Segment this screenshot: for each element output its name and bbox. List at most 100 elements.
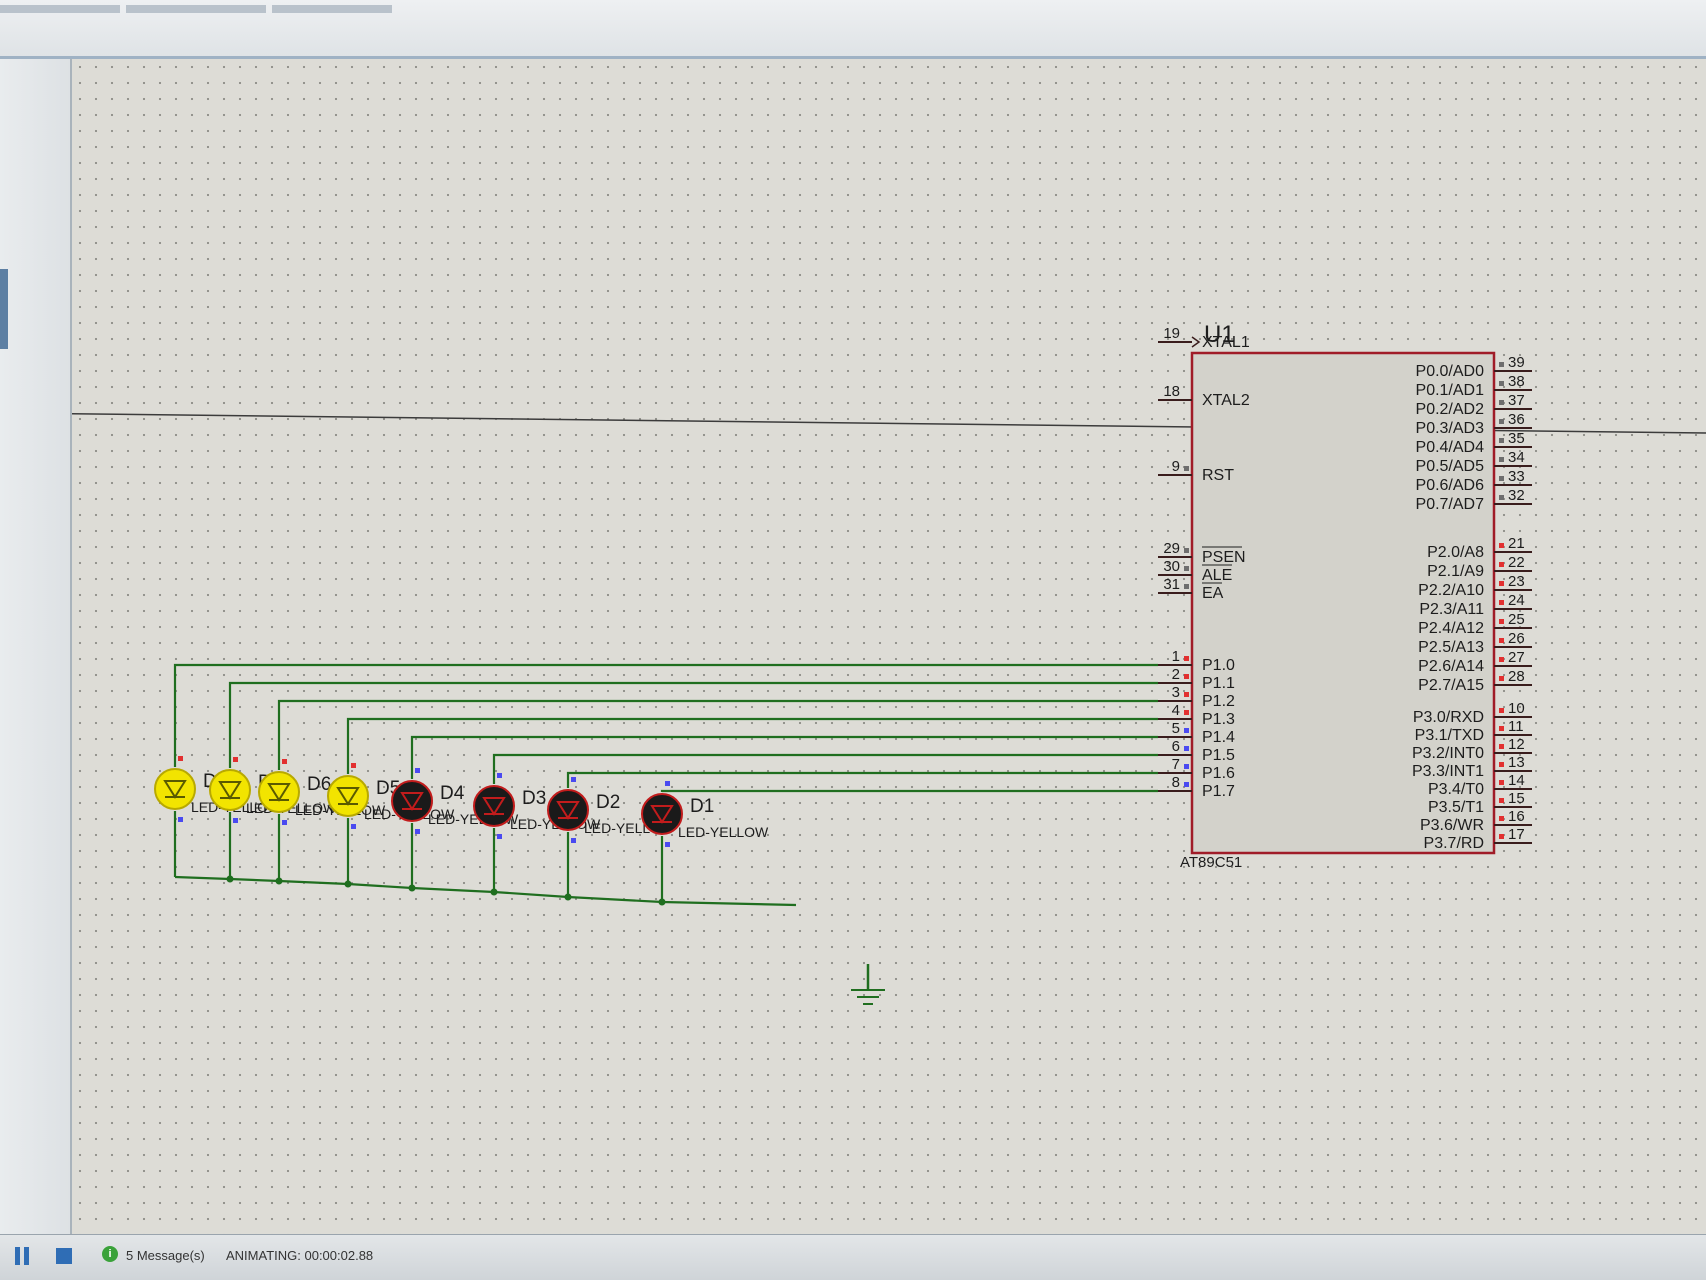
pin-state-marker — [1184, 728, 1189, 733]
pin-state-marker — [1499, 798, 1504, 803]
led-reference-label: D2 — [596, 792, 620, 813]
pin-state-marker — [1499, 657, 1504, 662]
pin-state-marker — [1499, 476, 1504, 481]
ic-pin-name: P0.5/AD5 — [1416, 458, 1485, 475]
pin-state-marker — [1184, 782, 1189, 787]
ic-pin-number: 7 — [1172, 756, 1180, 773]
ic-pin-name: P3.7/RD — [1424, 835, 1484, 852]
ic-pin-number: 23 — [1508, 573, 1525, 590]
pin-state-marker — [1499, 381, 1504, 386]
wire-p1-7-to-d1 — [660, 789, 1158, 793]
pin-state-marker — [1499, 438, 1504, 443]
schematic-canvas[interactable]: U1 19 XTAL1 18 XTAL2 9 RST 29 PSEN 30 ALE 31 EA 1 P1.… — [72, 59, 1706, 1234]
pause-button[interactable] — [14, 1247, 32, 1267]
ground-symbol[interactable] — [851, 964, 885, 1005]
ic-pin-number: 5 — [1172, 720, 1180, 737]
ic-pin-number: 4 — [1172, 702, 1180, 719]
wire-p1-0-to-d8 — [173, 663, 1158, 767]
ic-pin-name: P3.1/TXD — [1415, 727, 1484, 744]
led-value-label: LED-YELLOW — [678, 824, 769, 840]
pin-state-marker — [1184, 764, 1189, 769]
ic-pin-name: P0.4/AD4 — [1416, 439, 1485, 456]
ic-pin-name: P0.1/AD1 — [1416, 382, 1485, 399]
microcontroller-u1[interactable]: U1 19XTAL118XTAL29RST29PSEN30ALE31EA1P1.… — [1158, 321, 1532, 871]
led-body[interactable] — [258, 771, 300, 813]
ic-pin-number: 29 — [1163, 540, 1180, 557]
ic-pin-number: 27 — [1508, 649, 1525, 666]
pin-state-marker — [1499, 762, 1504, 767]
ic-pin-number: 22 — [1508, 554, 1525, 571]
ic-pin-name: ALE — [1202, 567, 1232, 584]
ic-pin-name: P3.2/INT0 — [1412, 745, 1484, 762]
led-array[interactable]: D8LED-YELLOWD7LED-YELLOWD6LED-YELLOWD5LE… — [154, 756, 769, 847]
animation-status: ANIMATING: 00:00:02.88 — [226, 1248, 374, 1263]
ic-pin-name: P1.1 — [1202, 675, 1235, 692]
ic-pin-name: P2.7/A15 — [1418, 677, 1484, 694]
pin-state-marker — [351, 824, 356, 829]
led-reference-label: D1 — [690, 796, 714, 817]
ic-pin-number: 12 — [1508, 736, 1525, 753]
ic-pin-number: 25 — [1508, 611, 1525, 628]
ic-pin-number: 10 — [1508, 700, 1525, 717]
ic-pin-number: 35 — [1508, 430, 1525, 447]
pin-state-marker — [1499, 400, 1504, 405]
wire-p1-3-to-d5 — [346, 717, 1158, 774]
schematic-drawing[interactable]: U1 19XTAL118XTAL29RST29PSEN30ALE31EA1P1.… — [72, 59, 1706, 1234]
led-body[interactable] — [209, 769, 251, 811]
ic-pin-name: XTAL1 — [1202, 334, 1250, 351]
ic-pin-number: 9 — [1172, 458, 1180, 475]
ic-pin-name: P2.1/A9 — [1427, 563, 1484, 580]
wire-p1-6-to-d2 — [566, 771, 1158, 788]
left-toolbar — [0, 59, 72, 1234]
ic-pin-name: P2.5/A13 — [1418, 639, 1484, 656]
pin-state-marker — [665, 842, 670, 847]
pin-state-marker — [1184, 674, 1189, 679]
ic-pin-number: 26 — [1508, 630, 1525, 647]
led-body[interactable] — [327, 775, 369, 817]
pin-state-marker — [665, 781, 670, 786]
pin-state-marker — [282, 759, 287, 764]
led-body[interactable] — [641, 793, 683, 835]
ic-pin-name: P1.3 — [1202, 711, 1235, 728]
ic-pin-name: RST — [1202, 467, 1234, 484]
ic-pin-name: P0.3/AD3 — [1416, 420, 1485, 437]
pin-state-marker — [415, 768, 420, 773]
pin-state-marker — [1184, 584, 1189, 589]
led-body[interactable] — [391, 780, 433, 822]
ic-pin-number: 21 — [1508, 535, 1525, 552]
ic-pin-name: P1.5 — [1202, 747, 1235, 764]
ic-pin-name: P3.3/INT1 — [1412, 763, 1484, 780]
led-reference-label: D4 — [440, 783, 465, 804]
pin-state-marker — [1499, 619, 1504, 624]
ic-pin-name: PSEN — [1202, 549, 1246, 566]
stop-button[interactable] — [56, 1248, 72, 1264]
ic-pin-name: P3.5/T1 — [1428, 799, 1484, 816]
pin-state-marker — [1184, 710, 1189, 715]
pin-state-marker — [1184, 746, 1189, 751]
ic-pin-number: 32 — [1508, 487, 1525, 504]
pin-state-marker — [1184, 566, 1189, 571]
led-body[interactable] — [473, 785, 515, 827]
ic-pin-number: 11 — [1508, 718, 1524, 735]
pin-state-marker — [1499, 600, 1504, 605]
pin-state-marker — [497, 773, 502, 778]
ic-pin-name: P0.0/AD0 — [1416, 363, 1485, 380]
pin-state-marker — [178, 756, 183, 761]
led-body[interactable] — [154, 768, 196, 810]
ic-pin-number: 14 — [1508, 772, 1525, 789]
ic-pin-number: 28 — [1508, 668, 1525, 685]
ic-pin-number: 30 — [1163, 558, 1180, 575]
ic-pin-number: 13 — [1508, 754, 1525, 771]
ic-pin-name: P1.0 — [1202, 657, 1235, 674]
ic-pin-name: P0.6/AD6 — [1416, 477, 1485, 494]
ic-pin-name: P1.4 — [1202, 729, 1235, 746]
pin-state-marker — [1499, 638, 1504, 643]
pin-state-marker — [178, 817, 183, 822]
led-body[interactable] — [547, 789, 589, 831]
pin-state-marker — [1499, 457, 1504, 462]
ic-pin-number: 19 — [1163, 325, 1180, 342]
pin-state-marker — [1499, 362, 1504, 367]
ic-pin-number: 1 — [1172, 648, 1180, 665]
ic-pin-name: P0.2/AD2 — [1416, 401, 1485, 418]
messages-count[interactable]: 5 Message(s) — [126, 1248, 205, 1263]
